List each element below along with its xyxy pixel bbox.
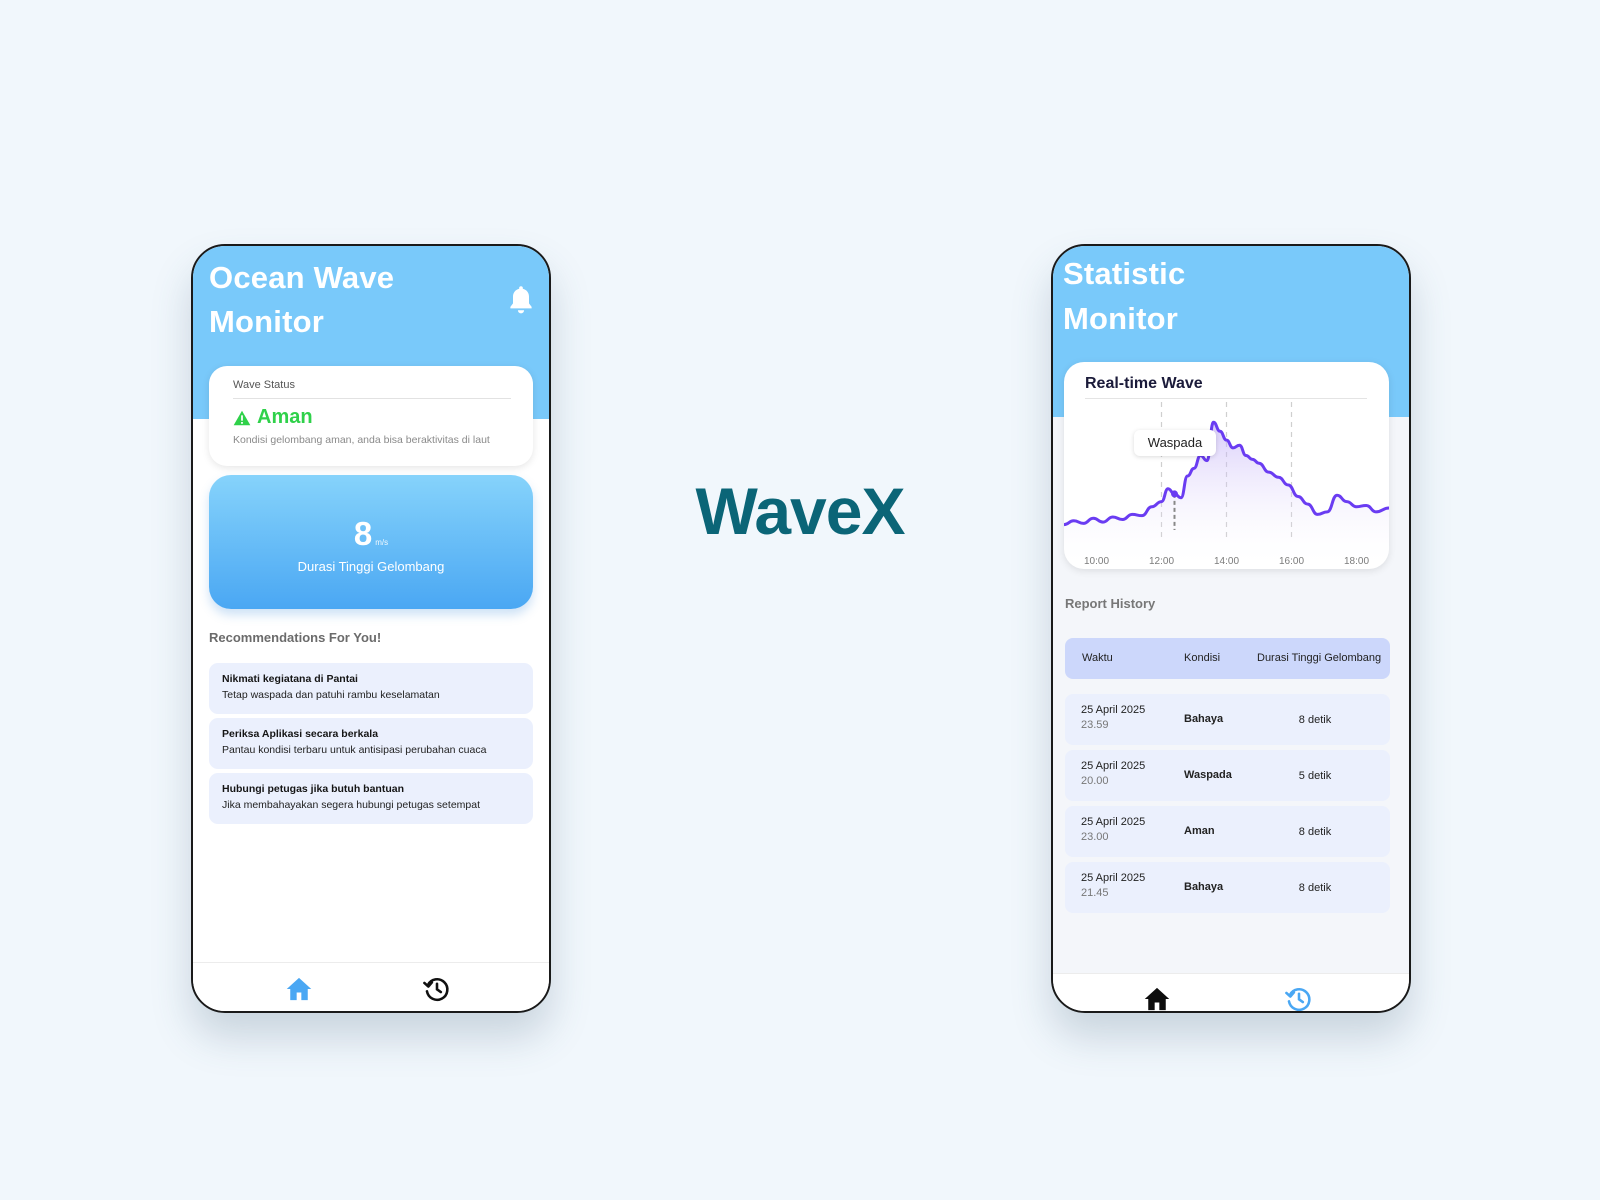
bottom-nav <box>193 962 549 1011</box>
home-icon[interactable] <box>285 975 313 1003</box>
warning-triangle-icon <box>233 410 251 425</box>
wave-duration-value: 8 <box>353 515 373 552</box>
row-condition: Bahaya <box>1184 713 1224 725</box>
wave-duration-card: 8 m/s Durasi Tinggi Gelombang <box>209 475 533 609</box>
x-tick-label: 10:00 <box>1084 556 1109 567</box>
recommendations-title: Recommendations For You! <box>209 630 382 645</box>
recommendation-title: Nikmati kegiatana di Pantai <box>222 673 358 685</box>
wave-status-row: Aman <box>233 406 313 429</box>
row-condition: Bahaya <box>1184 881 1224 893</box>
wave-duration-caption: Durasi Tinggi Gelombang <box>297 559 445 574</box>
page-title: Ocean Wave Monitor <box>209 256 469 344</box>
chart-title: Real-time Wave <box>1085 375 1203 392</box>
recommendation-subtitle: Tetap waspada dan patuhi rambu keselamat… <box>222 689 440 701</box>
x-tick-label: 14:00 <box>1214 556 1239 567</box>
wave-chart: 10:00 12:00 14:00 16:00 18:00 <box>1064 402 1389 569</box>
table-row[interactable]: 25 April 2025 21.45 Bahaya 8 detik <box>1065 862 1390 913</box>
wave-status-label: Wave Status <box>233 379 295 391</box>
recommendation-item[interactable]: Hubungi petugas jika butuh bantuan Jika … <box>209 773 533 824</box>
recommendation-title: Hubungi petugas jika butuh bantuan <box>222 783 404 795</box>
row-duration: 8 detik <box>1298 882 1332 894</box>
table-row[interactable]: 25 April 2025 23.59 Bahaya 8 detik <box>1065 694 1390 745</box>
statistics-screen: Statistic Monitor Real-time Wave 10:00 12… <box>1051 244 1411 1013</box>
x-tick-label: 18:00 <box>1344 556 1369 567</box>
table-header: Waktu Kondisi Durasi Tinggi Gelombang <box>1065 638 1390 679</box>
divider <box>1085 398 1367 399</box>
row-date: 25 April 2025 <box>1081 816 1146 828</box>
wave-status-card: Wave Status Aman Kondisi gelombang aman,… <box>209 366 533 466</box>
recommendation-item[interactable]: Periksa Aplikasi secara berkala Pantau k… <box>209 718 533 769</box>
row-date: 25 April 2025 <box>1081 704 1146 716</box>
wave-status-description: Kondisi gelombang aman, anda bisa berakt… <box>233 434 490 446</box>
chart-tooltip: Waspada <box>1134 430 1216 456</box>
table-row[interactable]: 25 April 2025 23.00 Aman 8 detik <box>1065 806 1390 857</box>
divider <box>233 398 511 399</box>
page-title: Statistic Monitor <box>1063 251 1263 341</box>
brand-logo: WaveX <box>695 474 906 548</box>
row-duration: 8 detik <box>1298 714 1332 726</box>
recommendation-subtitle: Pantau kondisi terbaru untuk antisipasi … <box>222 744 487 756</box>
home-screen: Ocean Wave Monitor Wave Status Aman Kond… <box>191 244 551 1013</box>
recommendation-subtitle: Jika membahayakan segera hubungi petugas… <box>222 799 480 811</box>
row-time: 23.59 <box>1081 719 1109 731</box>
history-icon[interactable] <box>423 975 451 1003</box>
page-title-line2: Monitor <box>1063 301 1179 336</box>
row-time: 20.00 <box>1081 775 1109 787</box>
page-title-line1: Statistic <box>1063 256 1186 291</box>
row-condition: Waspada <box>1184 769 1232 781</box>
x-tick-label: 12:00 <box>1149 556 1174 567</box>
row-date: 25 April 2025 <box>1081 872 1146 884</box>
column-header-durasi: Durasi Tinggi Gelombang <box>1257 652 1382 664</box>
page-title-line2: Monitor <box>209 304 325 339</box>
column-header-waktu: Waktu <box>1082 652 1113 664</box>
wave-status-value: Aman <box>257 406 313 428</box>
x-tick-label: 16:00 <box>1279 556 1304 567</box>
recommendations-list: Nikmati kegiatana di Pantai Tetap waspad… <box>209 663 533 828</box>
row-condition: Aman <box>1184 825 1215 837</box>
home-icon[interactable] <box>1143 985 1171 1013</box>
recommendation-title: Periksa Aplikasi secara berkala <box>222 728 379 740</box>
row-duration: 5 detik <box>1298 770 1332 782</box>
recommendation-item[interactable]: Nikmati kegiatana di Pantai Tetap waspad… <box>209 663 533 714</box>
wave-duration-unit: m/s <box>375 538 389 547</box>
bell-icon[interactable] <box>507 284 535 316</box>
row-time: 23.00 <box>1081 831 1109 843</box>
realtime-wave-chart-card: Real-time Wave 10:00 12:00 14:00 16:00 18:00… <box>1064 362 1389 569</box>
highlight-point <box>1171 490 1178 498</box>
column-header-kondisi: Kondisi <box>1184 652 1221 664</box>
bottom-nav <box>1053 973 1409 1011</box>
row-duration: 8 detik <box>1298 826 1332 838</box>
page-title-line1: Ocean Wave <box>209 260 395 295</box>
history-icon[interactable] <box>1285 985 1313 1013</box>
row-time: 21.45 <box>1081 887 1109 899</box>
row-date: 25 April 2025 <box>1081 760 1146 772</box>
wave-duration-value-row: 8 m/s <box>209 515 533 553</box>
report-history-title: Report History <box>1065 596 1156 611</box>
table-row[interactable]: 25 April 2025 20.00 Waspada 5 detik <box>1065 750 1390 801</box>
